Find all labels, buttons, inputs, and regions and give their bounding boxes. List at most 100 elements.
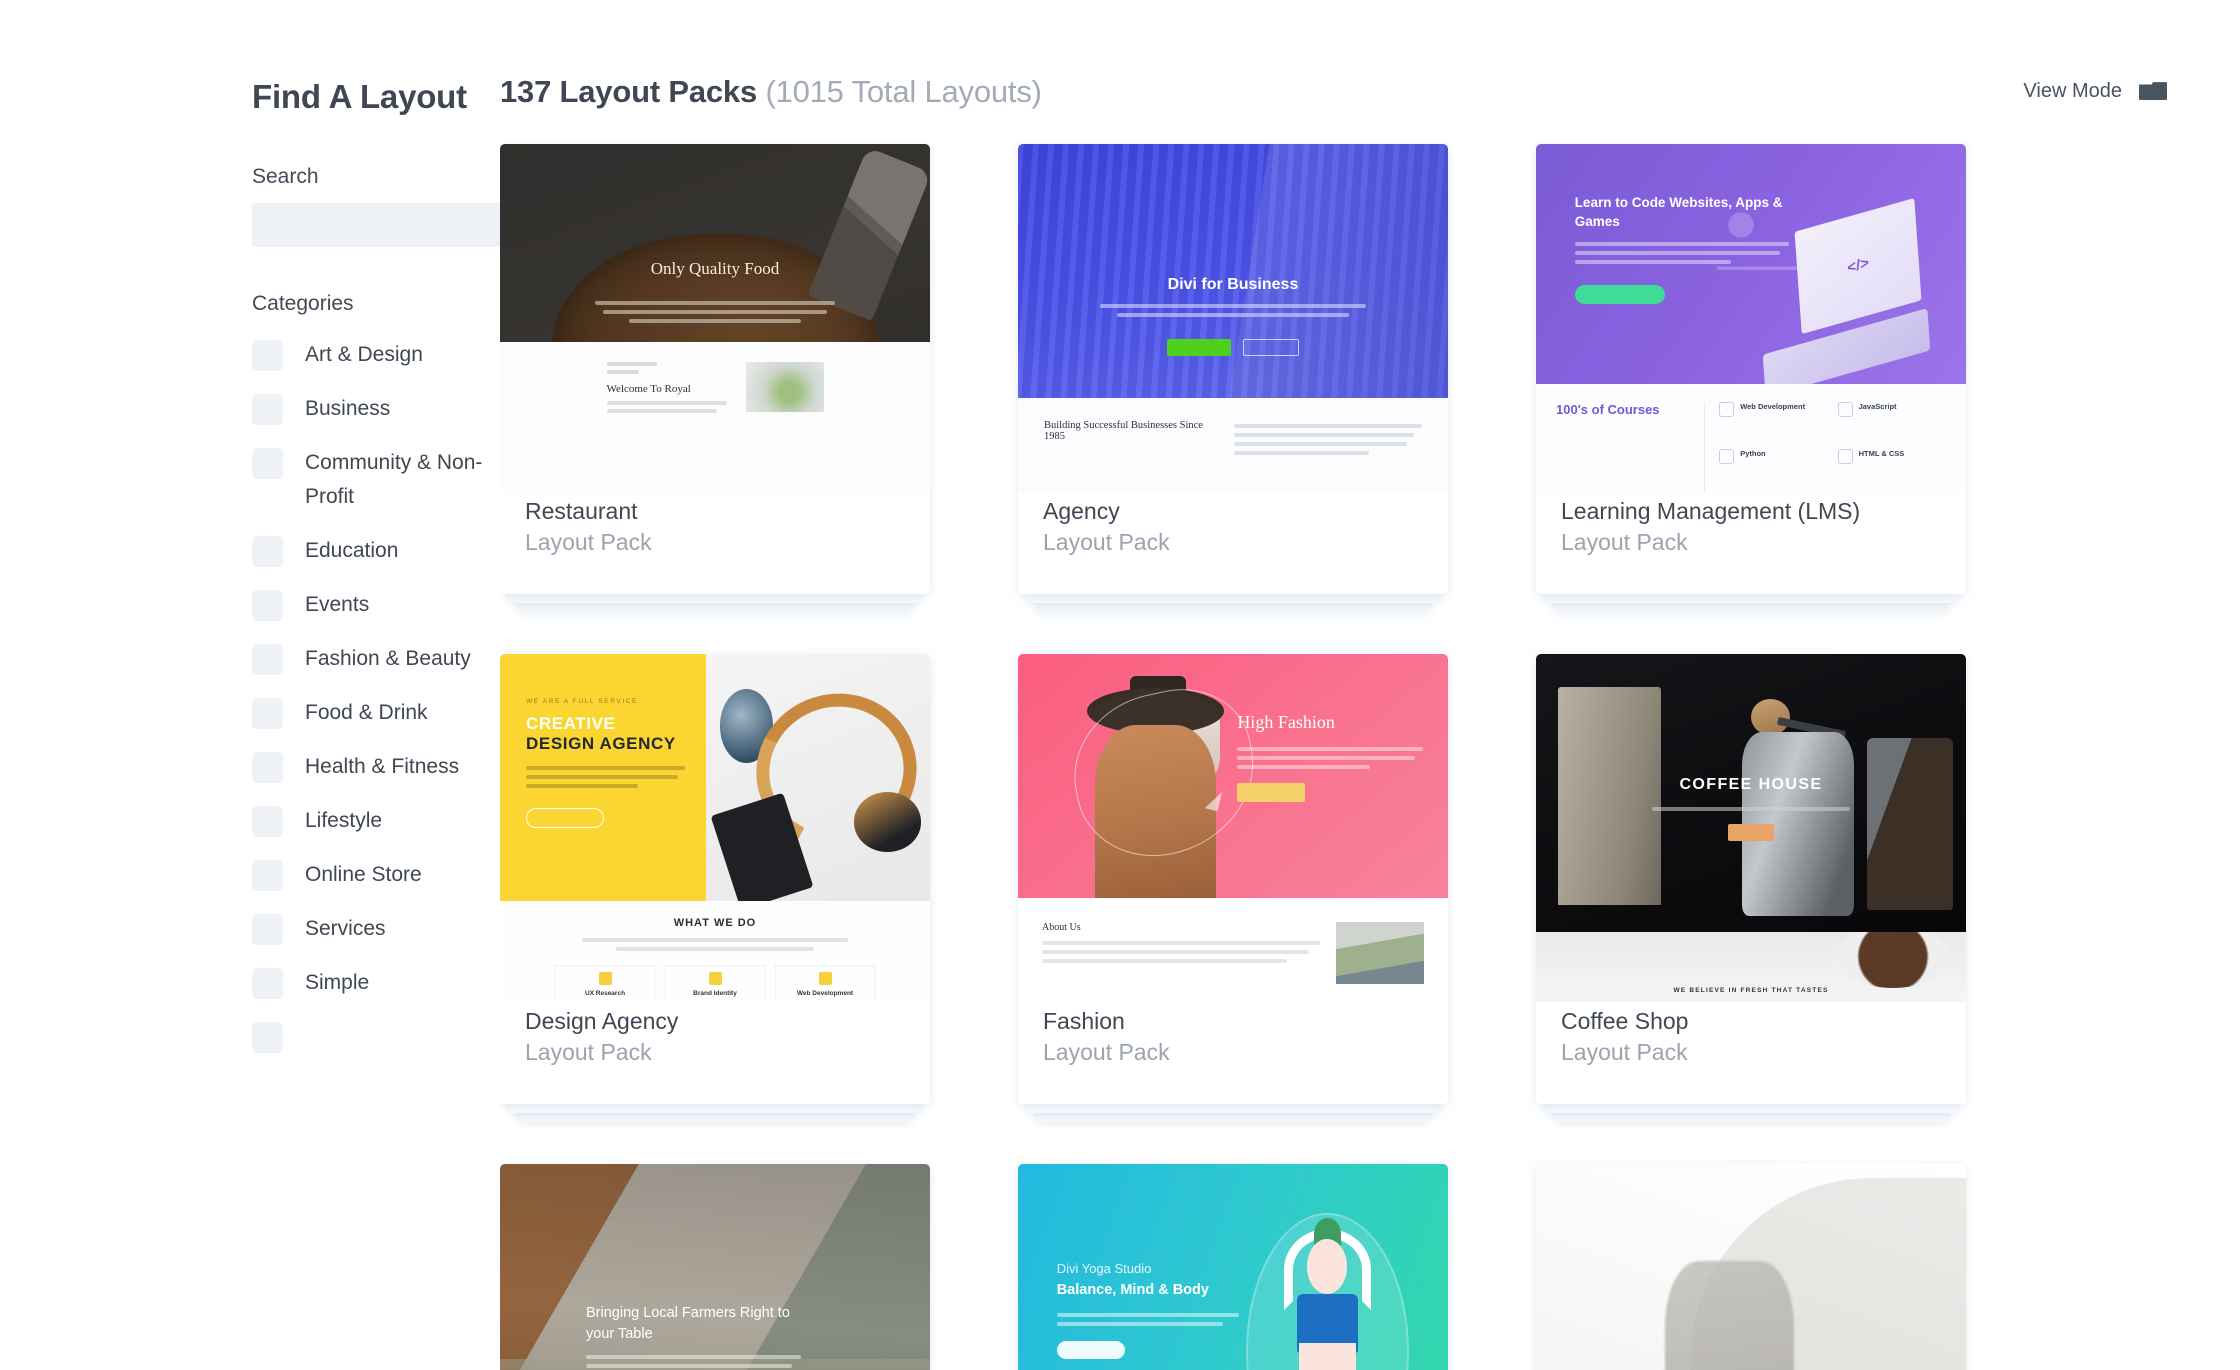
checkbox-icon[interactable] (252, 806, 283, 837)
pack-card-surface[interactable]: WE ARE A FULL SERVICE CREATIVE DESIGN AG… (500, 654, 930, 1104)
category-item-lifestyle[interactable]: Lifestyle (252, 804, 500, 838)
pack-card-surface[interactable]: </> Learn to Code Websites, Apps & Games (1536, 144, 1966, 594)
page-title: Find A Layout (252, 78, 467, 115)
category-label: Education (305, 539, 399, 562)
checkbox-icon[interactable] (252, 590, 283, 621)
category-label: Business (305, 397, 391, 420)
thumb-hero-title-2: DESIGN AGENCY (526, 734, 676, 754)
checkbox-icon[interactable] (252, 448, 283, 479)
search-label: Search (252, 165, 319, 188)
pack-name: Design Agency (525, 1008, 679, 1034)
category-item-online-store[interactable]: Online Store (252, 858, 500, 892)
layout-pack-card[interactable]: Divi Yoga Studio Balance, Mind & Body (1018, 1164, 1448, 1370)
pack-card-surface[interactable]: Mick & Della ARE GETTING MARRIED (1536, 1164, 1966, 1370)
pack-meta: Coffee Shop Layout Pack (1536, 1002, 1966, 1104)
content-header: 137 Layout Packs (1015 Total Layouts) Vi… (500, 74, 2240, 110)
thumb-feature: Python (1719, 449, 1827, 492)
view-mode-toggle[interactable]: View Mode (2023, 74, 2168, 104)
thumb-hero-title: High Fashion (1237, 712, 1335, 733)
layout-pack-card[interactable]: Only Quality Food Welcome To Royal Resta… (500, 144, 930, 612)
checkbox-icon[interactable] (252, 1022, 283, 1053)
pack-subtitle: Layout Pack (525, 1039, 652, 1065)
layout-pack-card[interactable]: </> Learn to Code Websites, Apps & Games (1536, 144, 1966, 612)
thumb-section-title: Welcome To Royal (606, 383, 691, 396)
search-input[interactable] (252, 203, 500, 247)
feature-label: UX Research (584, 990, 626, 998)
feature-icon (818, 972, 832, 986)
feature-icon (1837, 402, 1853, 418)
layout-pack-card[interactable]: Divi for Business Building Successful Bu… (1018, 144, 1448, 612)
layout-pack-card[interactable]: Bringing Local Farmers Right to your Tab… (500, 1164, 930, 1370)
category-label: Online Store (305, 863, 422, 886)
category-item-community-non-profit[interactable]: Community & Non-Profit (252, 446, 500, 514)
category-label: Simple (305, 971, 370, 994)
checkbox-icon[interactable] (252, 860, 283, 891)
category-label: Services (305, 917, 386, 940)
thumb-hero-title: Bringing Local Farmers Right to your Tab… (586, 1305, 790, 1342)
pack-thumbnail: Bringing Local Farmers Right to your Tab… (500, 1164, 930, 1370)
pack-meta: Learning Management (LMS) Layout Pack (1536, 492, 1966, 594)
pack-name: Learning Management (LMS) (1561, 498, 1861, 524)
pack-thumbnail: Only Quality Food Welcome To Royal (500, 144, 930, 492)
category-item-art-design[interactable]: Art & Design (252, 338, 500, 372)
pack-card-surface[interactable]: COFFEE HOUSE WE BELIEVE IN FRESH THAT TA… (1536, 654, 1966, 1104)
layout-pack-card[interactable]: COFFEE HOUSE WE BELIEVE IN FRESH THAT TA… (1536, 654, 1966, 1122)
layout-browser: Find A Layout Search Categories Art & De… (0, 0, 2240, 1370)
checkbox-icon[interactable] (252, 968, 283, 999)
thumb-button-primary (1166, 338, 1231, 356)
pack-name: Restaurant (525, 498, 638, 524)
pack-count: 137 Layout Packs (500, 74, 758, 109)
pack-card-surface[interactable]: Only Quality Food Welcome To Royal Resta… (500, 144, 930, 594)
layout-packs-panel: 137 Layout Packs (1015 Total Layouts) Vi… (500, 0, 2240, 1370)
feature-label: Web Development (1740, 402, 1806, 412)
checkbox-icon[interactable] (252, 536, 283, 567)
category-item-business[interactable]: Business (252, 392, 500, 426)
feature-icon (1719, 449, 1735, 465)
thumb-button-primary (1056, 1340, 1125, 1359)
pack-card-surface[interactable]: Divi for Business Building Successful Bu… (1018, 144, 1448, 594)
layout-pack-grid: Only Quality Food Welcome To Royal Resta… (500, 144, 2240, 1370)
total-layouts-count: (1015 Total Layouts) (765, 74, 1042, 109)
checkbox-icon[interactable] (252, 914, 283, 945)
thumb-button-primary (1728, 823, 1774, 841)
feature-label: Brand Identity (693, 990, 737, 998)
pack-name: Agency (1043, 498, 1120, 524)
folder-icon[interactable] (2138, 78, 2168, 104)
view-mode-label: View Mode (2023, 79, 2122, 102)
thumb-hero-title: COFFEE HOUSE (1679, 776, 1823, 794)
layout-pack-card[interactable]: High Fashion About Us Fashion Layout Pac… (1018, 654, 1448, 1122)
thumb-section-title: WE BELIEVE IN FRESH THAT TASTES (1673, 987, 1829, 994)
pack-thumbnail: Mick & Della ARE GETTING MARRIED (1536, 1164, 1966, 1370)
checkbox-icon[interactable] (252, 394, 283, 425)
checkbox-icon[interactable] (252, 698, 283, 729)
thumb-image-block (1336, 921, 1424, 984)
find-a-layout-sidebar: Find A Layout Search Categories Art & De… (0, 0, 500, 1370)
categories-label: Categories (252, 292, 354, 315)
thumb-hero-title: Only Quality Food (650, 258, 780, 278)
layout-pack-card[interactable]: Mick & Della ARE GETTING MARRIED (1536, 1164, 1966, 1370)
category-item-services[interactable]: Services (252, 912, 500, 946)
category-item-next[interactable] (252, 1020, 500, 1053)
checkbox-icon[interactable] (252, 340, 283, 371)
category-item-food-drink[interactable]: Food & Drink (252, 696, 500, 730)
category-item-fashion-beauty[interactable]: Fashion & Beauty (252, 642, 500, 676)
thumb-button-primary (1574, 284, 1665, 304)
category-item-events[interactable]: Events (252, 588, 500, 622)
pack-subtitle: Layout Pack (1043, 529, 1170, 555)
pack-card-surface[interactable]: High Fashion About Us Fashion Layout Pac… (1018, 654, 1448, 1104)
layout-pack-card[interactable]: WE ARE A FULL SERVICE CREATIVE DESIGN AG… (500, 654, 930, 1122)
pack-card-surface[interactable]: Divi Yoga Studio Balance, Mind & Body (1018, 1164, 1448, 1370)
pack-card-surface[interactable]: Bringing Local Farmers Right to your Tab… (500, 1164, 930, 1370)
feature-label: HTML & CSS (1858, 449, 1905, 459)
category-item-simple[interactable]: Simple (252, 966, 500, 1000)
category-label: Lifestyle (305, 809, 383, 832)
category-item-education[interactable]: Education (252, 534, 500, 568)
checkbox-icon[interactable] (252, 752, 283, 783)
checkbox-icon[interactable] (252, 644, 283, 675)
category-item-health-fitness[interactable]: Health & Fitness (252, 750, 500, 784)
pack-meta: Design Agency Layout Pack (500, 1002, 930, 1104)
category-label: Art & Design (305, 343, 423, 366)
pack-thumbnail: Divi Yoga Studio Balance, Mind & Body (1018, 1164, 1448, 1370)
pack-count-heading: 137 Layout Packs (1015 Total Layouts) (500, 74, 1042, 110)
thumb-button-outline (1243, 338, 1300, 356)
